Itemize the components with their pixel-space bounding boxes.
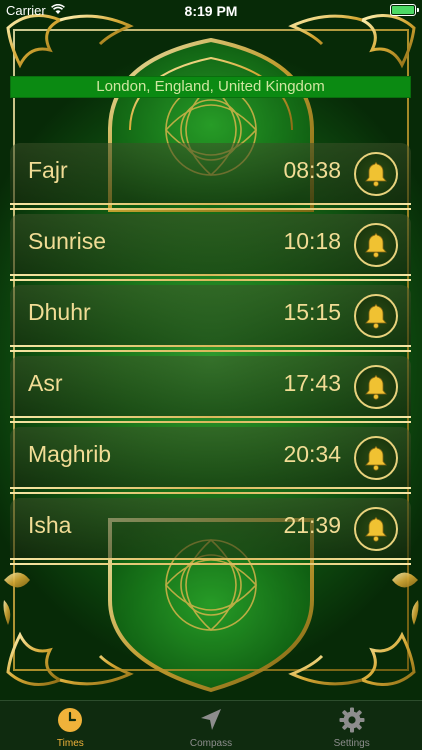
divider — [10, 416, 411, 418]
tab-label: Compass — [189, 738, 233, 749]
bell-icon — [365, 303, 387, 329]
row-background — [10, 143, 411, 204]
prayer-row-isha: Isha 21:39 — [10, 495, 411, 566]
alarm-toggle-button[interactable] — [354, 223, 398, 267]
prayer-name: Sunrise — [28, 228, 106, 254]
prayer-row-dhuhr: Dhuhr 15:15 — [10, 282, 411, 353]
prayer-row-sunrise: Sunrise 10:18 — [10, 211, 411, 282]
prayer-times-list: Fajr 08:38 Sunrise 10:18 Dhuhr 15:15 Asr… — [10, 140, 411, 566]
prayer-time: 17:43 — [283, 370, 341, 396]
divider — [10, 492, 411, 494]
alarm-toggle-button[interactable] — [354, 436, 398, 480]
bell-icon — [365, 445, 387, 471]
prayer-time: 08:38 — [283, 157, 341, 183]
tab-times[interactable]: Times — [0, 701, 141, 750]
divider — [10, 279, 411, 281]
prayer-time: 10:18 — [283, 228, 341, 254]
divider — [10, 563, 411, 565]
alarm-toggle-button[interactable] — [354, 507, 398, 551]
prayer-row-maghrib: Maghrib 20:34 — [10, 424, 411, 495]
bell-icon — [365, 161, 387, 187]
prayer-name: Dhuhr — [28, 299, 91, 325]
divider — [10, 487, 411, 489]
tab-settings[interactable]: Settings — [281, 701, 422, 750]
tab-label: Settings — [333, 738, 370, 749]
clock-icon — [57, 707, 83, 733]
bell-icon — [365, 232, 387, 258]
prayer-row-fajr: Fajr 08:38 — [10, 140, 411, 211]
alarm-toggle-button[interactable] — [354, 365, 398, 409]
bell-icon — [365, 374, 387, 400]
divider — [10, 421, 411, 423]
compass-arrow-icon — [198, 707, 224, 733]
tab-label: Times — [56, 738, 84, 749]
prayer-time: 20:34 — [283, 441, 341, 467]
divider — [10, 203, 411, 205]
divider — [10, 208, 411, 210]
prayer-time: 15:15 — [283, 299, 341, 325]
status-bar: Carrier 8:19 PM — [0, 0, 422, 22]
location-banner[interactable]: London, England, United Kingdom — [10, 76, 411, 98]
divider — [10, 274, 411, 276]
status-time: 8:19 PM — [184, 3, 238, 19]
prayer-name: Isha — [28, 512, 72, 538]
tab-bar: Times Compass Settings — [0, 700, 422, 750]
divider — [10, 345, 411, 347]
prayer-time: 21:39 — [283, 512, 341, 538]
bell-icon — [365, 516, 387, 542]
tab-compass[interactable]: Compass — [141, 701, 282, 750]
alarm-toggle-button[interactable] — [354, 294, 398, 338]
divider — [10, 558, 411, 560]
gear-icon — [339, 707, 365, 733]
prayer-name: Fajr — [28, 157, 68, 183]
app-screen: Carrier 8:19 PM London, England, United … — [0, 0, 422, 750]
battery-icon — [390, 4, 419, 16]
prayer-name: Asr — [28, 370, 63, 396]
alarm-toggle-button[interactable] — [354, 152, 398, 196]
row-background — [10, 356, 411, 417]
divider — [10, 350, 411, 352]
prayer-name: Maghrib — [28, 441, 112, 467]
prayer-row-asr: Asr 17:43 — [10, 353, 411, 424]
